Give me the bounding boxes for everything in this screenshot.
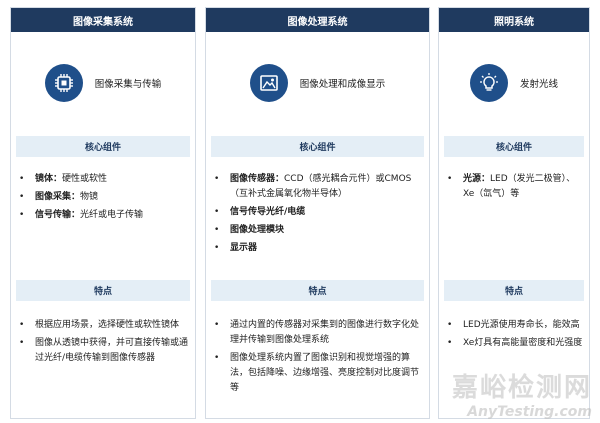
list-item: 图像采集：物镜 bbox=[11, 190, 191, 205]
chip-icon bbox=[44, 64, 83, 102]
components-header: 核心组件 bbox=[16, 136, 190, 157]
list-item: 信号传输：光纤或电子传输 bbox=[11, 208, 191, 223]
column-illumination: 照明系统 发射光线 核心组件 光源：LED（发光二极管）、Xe（氙气）等 特点 … bbox=[438, 7, 590, 419]
watermark-cn: 嘉峪检测网 bbox=[451, 373, 592, 403]
lightbulb-icon bbox=[469, 64, 508, 102]
list-item: 光源：LED（发光二极管）、Xe（氙气）等 bbox=[439, 172, 585, 202]
list-item: Xe灯具有高能量密度和光强度 bbox=[439, 336, 585, 351]
components-list: 光源：LED（发光二极管）、Xe（氙气）等 bbox=[439, 172, 585, 205]
column-title: 图像处理系统 bbox=[206, 8, 429, 32]
components-header: 核心组件 bbox=[444, 136, 584, 157]
topic-label: 图像处理和成像显示 bbox=[299, 79, 386, 90]
list-item: 通过内置的传感器对采集到的图像进行数字化处理并传输到图像处理系统 bbox=[206, 318, 425, 348]
list-item: 镜体：硬性或软性 bbox=[11, 172, 191, 187]
topic-row: 发射光线 bbox=[439, 64, 589, 102]
watermark-en: AnyTesting.com bbox=[467, 404, 592, 420]
features-list: 根据应用场景，选择硬性或软性镜体 图像从透镜中获得，并可直接传输或通过光纤/电缆… bbox=[11, 318, 191, 369]
features-list: 通过内置的传感器对采集到的图像进行数字化处理并传输到图像处理系统 图像处理系统内… bbox=[206, 318, 425, 399]
column-image-processing: 图像处理系统 图像处理和成像显示 核心组件 图像传感器：CCD（感光耦合元件）或… bbox=[205, 7, 430, 419]
watermark: 嘉峪检测网 AnyTesting.com bbox=[452, 367, 592, 420]
topic-row: 图像采集与传输 bbox=[11, 64, 195, 102]
features-header: 特点 bbox=[444, 280, 584, 301]
features-list: LED光源使用寿命长，能效高 Xe灯具有高能量密度和光强度 bbox=[439, 318, 585, 354]
list-item: 信号传导光纤/电缆 bbox=[206, 205, 425, 220]
list-item: 图像传感器：CCD（感光耦合元件）或CMOS（互补式金属氧化物半导体） bbox=[206, 172, 425, 202]
column-title: 照明系统 bbox=[439, 8, 589, 32]
list-item: 图像从透镜中获得，并可直接传输或通过光纤/电缆传输到图像传感器 bbox=[11, 336, 191, 366]
list-item: 显示器 bbox=[206, 241, 425, 256]
components-list: 图像传感器：CCD（感光耦合元件）或CMOS（互补式金属氧化物半导体） 信号传导… bbox=[206, 172, 425, 259]
topic-label: 图像采集与传输 bbox=[94, 79, 162, 90]
image-icon bbox=[249, 64, 288, 102]
topic-row: 图像处理和成像显示 bbox=[206, 64, 429, 102]
features-header: 特点 bbox=[211, 280, 424, 301]
components-header: 核心组件 bbox=[211, 136, 424, 157]
column-image-acquisition: 图像采集系统 图像采集与传输 核心组件 镜体：硬性或软性 图像采集：物镜 信号传… bbox=[10, 7, 196, 419]
features-header: 特点 bbox=[16, 280, 190, 301]
list-item: 图像处理模块 bbox=[206, 223, 425, 238]
list-item: 图像处理系统内置了图像识别和视觉增强的算法，包括降噪、边缘增强、亮度控制对比度调… bbox=[206, 351, 425, 396]
topic-label: 发射光线 bbox=[519, 79, 558, 90]
list-item: LED光源使用寿命长，能效高 bbox=[439, 318, 585, 333]
components-list: 镜体：硬性或软性 图像采集：物镜 信号传输：光纤或电子传输 bbox=[11, 172, 191, 226]
column-title: 图像采集系统 bbox=[11, 8, 195, 32]
list-item: 根据应用场景，选择硬性或软性镜体 bbox=[11, 318, 191, 333]
